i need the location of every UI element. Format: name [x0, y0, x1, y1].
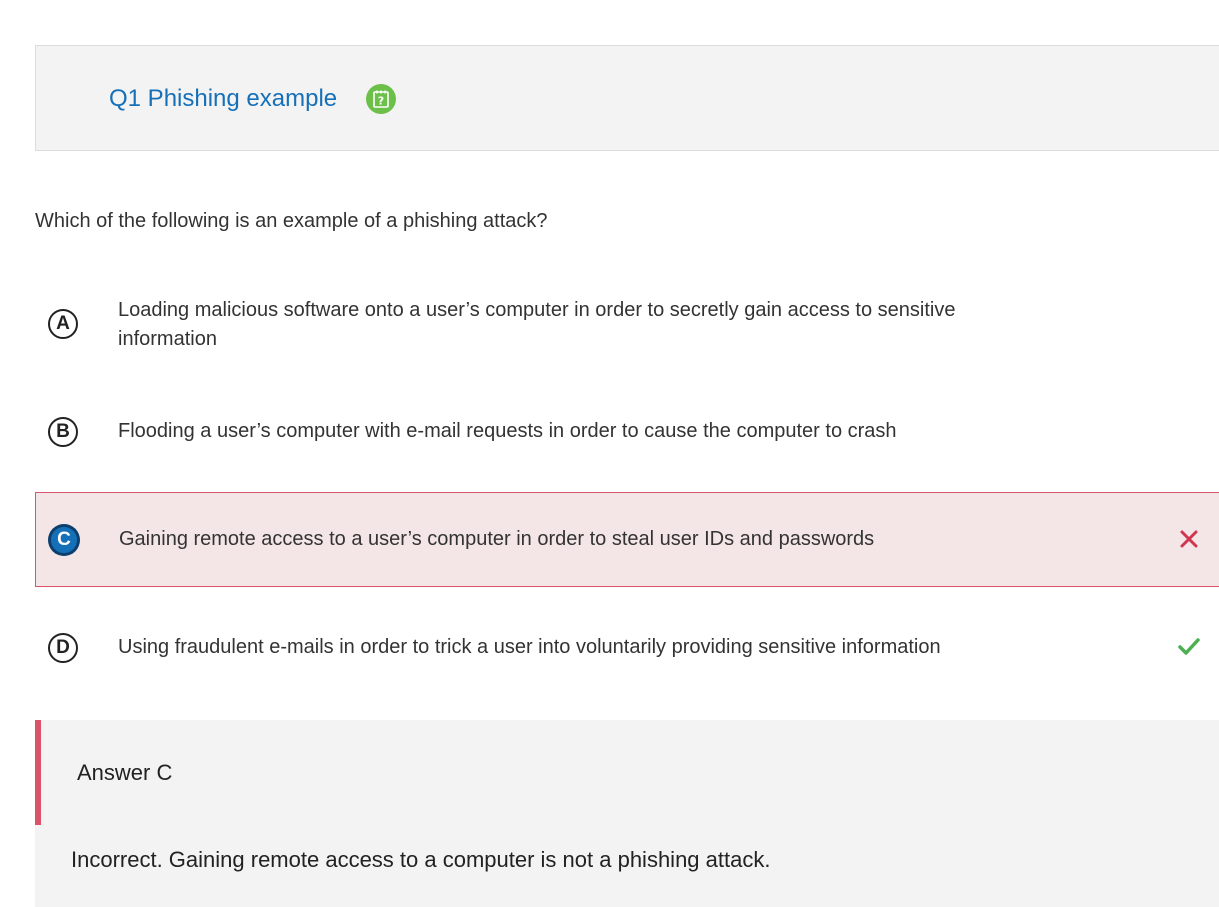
answer-option-b[interactable]: B Flooding a user’s computer with e-mail… [35, 417, 1219, 449]
option-letter-d[interactable]: D [48, 633, 78, 663]
check-icon [1177, 635, 1201, 659]
option-text-d[interactable]: Using fraudulent e-mails in order to tri… [118, 633, 1018, 662]
feedback-panel: Answer C Incorrect. Gaining remote acces… [35, 720, 1219, 907]
question-notepad-icon[interactable]: ? [366, 84, 396, 114]
question-text: Which of the following is an example of … [35, 210, 548, 232]
answer-option-c-selected[interactable]: C Gaining remote access to a user’s comp… [35, 492, 1219, 587]
option-text-a[interactable]: Loading malicious software onto a user’s… [118, 296, 1018, 354]
option-letter-c[interactable]: C [49, 525, 79, 555]
svg-text:?: ? [378, 95, 384, 108]
option-letter-a[interactable]: A [48, 309, 78, 339]
option-text-c[interactable]: Gaining remote access to a user’s comput… [119, 525, 1019, 554]
option-text-b[interactable]: Flooding a user’s computer with e-mail r… [118, 417, 1018, 446]
answer-option-a[interactable]: A Loading malicious software onto a user… [35, 296, 1219, 356]
feedback-text: Incorrect. Gaining remote access to a co… [71, 847, 771, 872]
option-letter-b[interactable]: B [48, 417, 78, 447]
question-header: Q1 Phishing example ? [35, 45, 1219, 151]
answer-option-d[interactable]: D Using fraudulent e-mails in order to t… [35, 632, 1219, 664]
quiz-page: Q1 Phishing example ? Which of the follo… [0, 0, 1219, 907]
cross-icon [1177, 527, 1201, 551]
answer-label: Answer C [77, 760, 173, 785]
question-title: Q1 Phishing example [109, 85, 338, 112]
feedback-accent-bar [35, 720, 41, 825]
